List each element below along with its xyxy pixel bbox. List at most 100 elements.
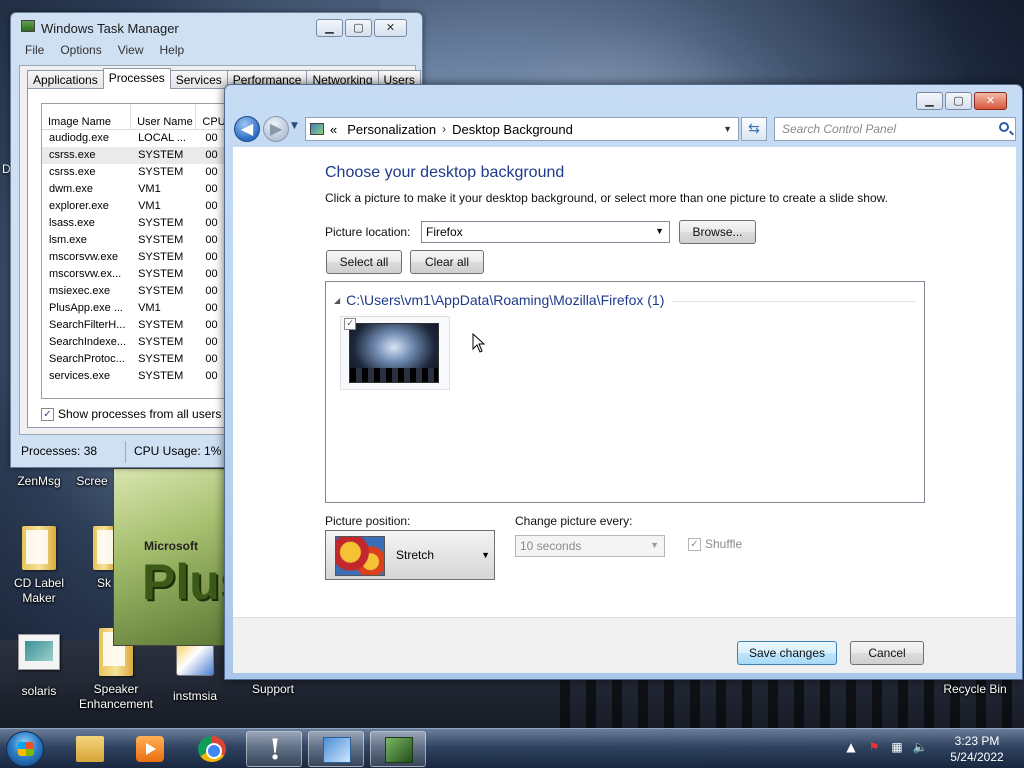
close-button[interactable]: ✕ <box>974 92 1007 110</box>
back-button[interactable]: ◀ <box>234 116 260 142</box>
table-row[interactable]: explorer.exe VM1 00 <box>42 198 240 215</box>
desktop-icon-instmsia[interactable]: instmsia <box>156 640 234 704</box>
table-row[interactable]: SearchProtoc... SYSTEM 00 <box>42 351 240 368</box>
table-row[interactable]: SearchIndexe... SYSTEM 00 <box>42 334 240 351</box>
show-hidden-icons-icon[interactable]: ▲ <box>843 739 859 755</box>
start-button[interactable] <box>6 731 44 767</box>
desktop-background-window[interactable]: ▁ ▢ ✕ ◀ ▶ ▼ « Personalization › Desktop … <box>224 84 1023 680</box>
clear-all-button[interactable]: Clear all <box>410 250 484 274</box>
taskbar-chrome[interactable] <box>184 731 240 767</box>
task-manager-title: Windows Task Manager <box>21 20 179 36</box>
picture-location-label: Picture location: <box>325 225 411 239</box>
address-bar[interactable]: « Personalization › Desktop Background ▼ <box>305 117 739 141</box>
shuffle-checkbox[interactable]: ✓ Shuffle <box>688 537 742 551</box>
table-row[interactable]: csrss.exe SYSTEM 00 <box>42 164 240 181</box>
save-changes-button[interactable]: Save changes <box>737 641 837 665</box>
process-user-cell: SYSTEM <box>138 336 184 348</box>
plus-logo-text: Plus <box>142 554 225 610</box>
change-every-label: Change picture every: <box>515 514 633 528</box>
tab-services[interactable]: Services <box>169 70 228 88</box>
cancel-button[interactable]: Cancel <box>850 641 924 665</box>
thumbnail-checkbox[interactable]: ✓ <box>344 318 356 330</box>
menu-help[interactable]: Help <box>160 43 185 57</box>
process-name-cell: services.exe <box>49 370 111 382</box>
process-user-cell: SYSTEM <box>138 285 184 297</box>
process-list[interactable]: Image Name User Name CPU audiodg.exe LOCA… <box>41 103 241 399</box>
close-button[interactable]: ✕ <box>374 19 407 37</box>
search-icon[interactable] <box>999 122 1009 132</box>
show-all-processes-checkbox[interactable]: ✓ Show processes from all users <box>41 407 221 421</box>
menu-view[interactable]: View <box>118 43 144 57</box>
checkbox-checked-icon: ✓ <box>688 537 701 551</box>
table-row[interactable]: csrss.exe SYSTEM 00 <box>42 147 240 164</box>
desktop-icon-solaris[interactable]: solaris <box>0 634 78 699</box>
picture-location-select[interactable]: Firefox ▼ <box>421 221 670 243</box>
menu-options[interactable]: Options <box>60 43 101 57</box>
process-user-cell: SYSTEM <box>138 149 184 161</box>
table-row[interactable]: dwm.exe VM1 00 <box>42 181 240 198</box>
task-manager-window-controls: ▁ ▢ ✕ <box>316 19 407 37</box>
picture-thumbnail[interactable]: ✓ <box>340 316 450 390</box>
picture-group-header[interactable]: ◢ C:\Users\vm1\AppData\Roaming\Mozilla\F… <box>334 292 916 308</box>
tab-processes[interactable]: Processes <box>102 68 171 89</box>
table-row[interactable]: mscorsvw.ex... SYSTEM 00 <box>42 266 240 283</box>
tab-applications[interactable]: Applications <box>27 70 104 88</box>
table-row[interactable]: audiodg.exe LOCAL ... 00 <box>42 130 240 147</box>
action-center-flag-icon[interactable]: ⚑ <box>866 739 882 755</box>
table-row[interactable]: lsm.exe SYSTEM 00 <box>42 232 240 249</box>
process-user-cell: SYSTEM <box>138 370 184 382</box>
change-interval-value: 10 seconds <box>520 539 582 553</box>
breadcrumb-desktop-background[interactable]: Desktop Background <box>452 122 573 137</box>
picture-position-select[interactable]: Stretch ▼ <box>325 530 495 580</box>
picture-gallery[interactable]: ◢ C:\Users\vm1\AppData\Roaming\Mozilla\F… <box>325 281 925 503</box>
process-name-cell: explorer.exe <box>49 200 109 212</box>
taskbar-control-panel[interactable] <box>308 731 364 767</box>
network-icon[interactable]: ▦ <box>889 739 905 755</box>
recent-pages-dropdown[interactable]: ▼ <box>291 121 298 131</box>
desktop-icon-recycle-bin[interactable]: Recycle Bin <box>936 682 1014 697</box>
plus-brand-text: Microsoft <box>144 539 198 553</box>
taskbar-plus-app[interactable]: ! <box>246 731 302 767</box>
process-name-cell: lsass.exe <box>49 217 95 229</box>
table-row[interactable]: mscorsvw.exe SYSTEM 00 <box>42 249 240 266</box>
change-interval-select[interactable]: 10 seconds ▼ <box>515 535 665 557</box>
process-name-cell: csrss.exe <box>49 166 96 178</box>
menu-file[interactable]: File <box>25 43 44 57</box>
address-dropdown-icon[interactable]: ▼ <box>723 124 732 134</box>
process-user-cell: SYSTEM <box>138 217 184 229</box>
volume-icon[interactable]: 🔈 <box>912 739 928 755</box>
browse-button[interactable]: Browse... <box>679 220 756 244</box>
table-row[interactable]: services.exe SYSTEM 00 <box>42 368 240 385</box>
table-row[interactable]: lsass.exe SYSTEM 00 <box>42 215 240 232</box>
breadcrumb-overflow[interactable]: « <box>330 122 337 137</box>
taskbar-clock[interactable]: 3:23 PM 5/24/2022 <box>940 733 1014 765</box>
process-user-cell: LOCAL ... <box>138 132 186 144</box>
breadcrumb-personalization[interactable]: Personalization <box>347 122 436 137</box>
refresh-button[interactable]: ⇆ <box>741 117 767 141</box>
search-input[interactable]: Search Control Panel <box>774 117 1016 141</box>
taskbar-explorer[interactable] <box>62 731 118 767</box>
clock-date: 5/24/2022 <box>950 750 1004 764</box>
column-user-name[interactable]: User Name <box>131 104 197 129</box>
column-image-name[interactable]: Image Name <box>42 104 132 129</box>
minimize-button[interactable]: ▁ <box>916 92 943 110</box>
process-name-cell: msiexec.exe <box>49 285 111 297</box>
forward-button[interactable]: ▶ <box>263 116 289 142</box>
exclamation-icon: ! <box>268 733 282 766</box>
desktop-icon-support[interactable]: Support <box>234 682 312 697</box>
maximize-button[interactable]: ▢ <box>945 92 972 110</box>
taskbar-task-manager[interactable] <box>370 731 426 767</box>
minimize-button[interactable]: ▁ <box>316 19 343 37</box>
table-row[interactable]: SearchFilterH... SYSTEM 00 <box>42 317 240 334</box>
desktop-icon-label: Speaker Enhancement <box>78 682 154 711</box>
collapse-icon[interactable]: ◢ <box>334 296 340 305</box>
select-all-button[interactable]: Select all <box>326 250 402 274</box>
table-row[interactable]: PlusApp.exe ... VM1 00 <box>42 300 240 317</box>
desktop-icon-cd-label-maker[interactable]: CD Label Maker <box>0 526 78 606</box>
maximize-button[interactable]: ▢ <box>345 19 372 37</box>
taskbar-media-player[interactable] <box>122 731 178 767</box>
picture-group-title: C:\Users\vm1\AppData\Roaming\Mozilla\Fir… <box>346 292 665 308</box>
plus-promo-panel[interactable]: Microsoft Plus <box>113 468 226 646</box>
breadcrumb-separator: › <box>442 122 447 136</box>
table-row[interactable]: msiexec.exe SYSTEM 00 <box>42 283 240 300</box>
